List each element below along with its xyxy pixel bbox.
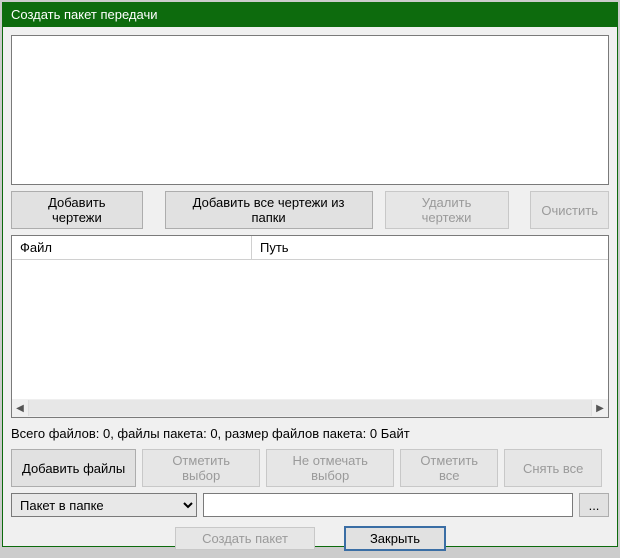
status-line: Всего файлов: 0, файлы пакета: 0, размер… — [11, 424, 609, 443]
scroll-left-icon[interactable]: ◀ — [12, 400, 28, 416]
spacer — [515, 191, 525, 229]
close-button[interactable]: Закрыть — [345, 527, 445, 550]
clear-button[interactable]: Очистить — [530, 191, 609, 229]
table-header: Файл Путь — [12, 236, 608, 260]
footer-buttons: Создать пакет Закрыть — [11, 523, 609, 552]
top-listbox[interactable] — [11, 35, 609, 185]
spacer — [149, 191, 159, 229]
window-title: Создать пакет передачи — [11, 7, 158, 22]
package-mode-select[interactable]: Пакет в папке — [11, 493, 197, 517]
add-files-button[interactable]: Добавить файлы — [11, 449, 136, 487]
titlebar[interactable]: Создать пакет передачи — [3, 3, 617, 27]
col-path-header[interactable]: Путь — [252, 236, 608, 259]
drawings-toolbar: Добавить чертежи Добавить все чертежи из… — [11, 191, 609, 229]
destination-row: Пакет в папке ... — [11, 493, 609, 517]
delete-drawings-button[interactable]: Удалить чертежи — [385, 191, 509, 229]
col-file-header[interactable]: Файл — [12, 236, 252, 259]
dialog-content: Добавить чертежи Добавить все чертежи из… — [3, 27, 617, 558]
table-body[interactable] — [12, 260, 608, 399]
browse-button[interactable]: ... — [579, 493, 609, 517]
files-table: Файл Путь ◀ ▶ — [11, 235, 609, 418]
unmark-selection-button[interactable]: Не отмечать выбор — [266, 449, 394, 487]
horizontal-scrollbar[interactable]: ◀ ▶ — [12, 399, 608, 417]
uncheck-all-button[interactable]: Снять все — [504, 449, 602, 487]
mark-selection-button[interactable]: Отметить выбор — [142, 449, 260, 487]
add-all-from-folder-button[interactable]: Добавить все чертежи из папки — [165, 191, 373, 229]
mark-all-button[interactable]: Отметить все — [400, 449, 498, 487]
dialog-window: Создать пакет передачи Добавить чертежи … — [2, 2, 618, 547]
scroll-right-icon[interactable]: ▶ — [592, 400, 608, 416]
files-toolbar: Добавить файлы Отметить выбор Не отмечат… — [11, 449, 609, 487]
create-package-button[interactable]: Создать пакет — [175, 527, 315, 550]
destination-path-input[interactable] — [203, 493, 573, 517]
add-drawings-button[interactable]: Добавить чертежи — [11, 191, 143, 229]
scroll-track[interactable] — [28, 400, 592, 416]
